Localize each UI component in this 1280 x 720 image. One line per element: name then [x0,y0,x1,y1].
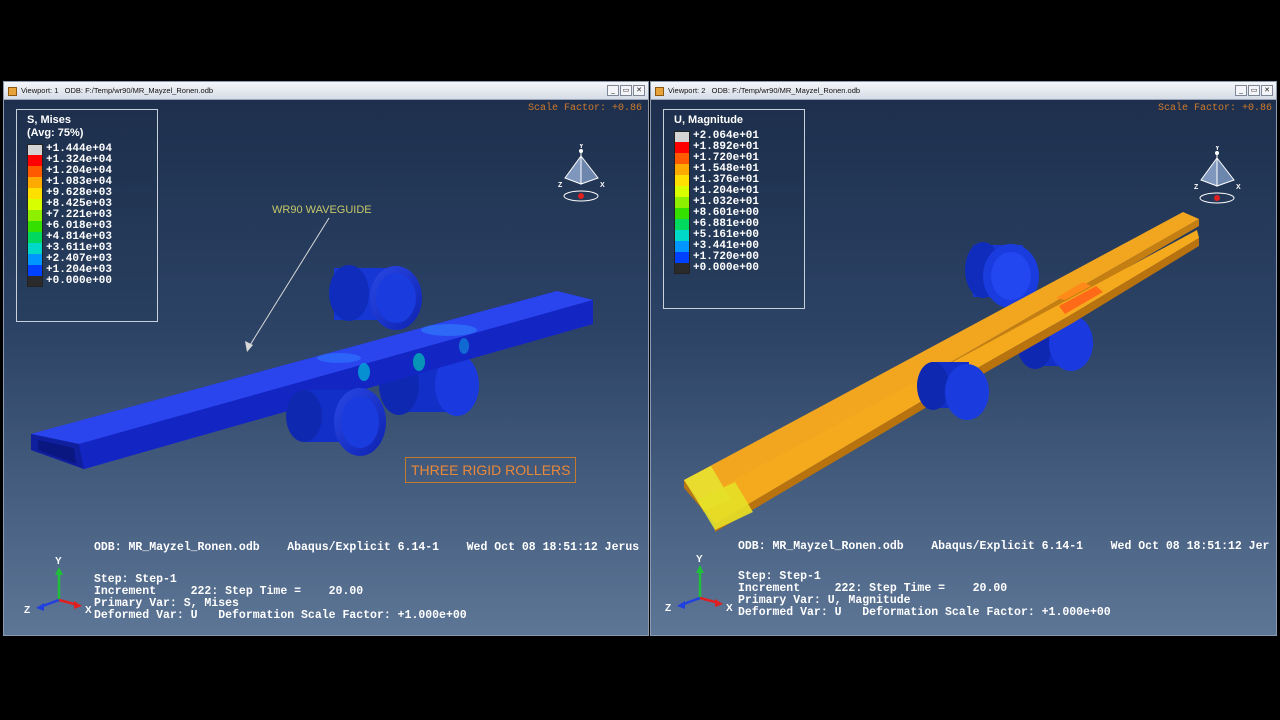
legend-color-swatch [27,254,43,265]
contour-legend[interactable]: S, Mises (Avg: 75%) +1.444e+04 +1.324e+04… [16,109,158,322]
legend-color-swatch [27,232,43,243]
legend-value: +0.000e+00 [46,275,113,287]
legend-color-swatch [27,276,43,287]
viewport-icon [8,86,17,96]
legend-color-swatch [27,155,43,166]
legend-subtitle: (Avg: 75%) [27,127,84,139]
axis-triad-icon: Y Z X [665,554,733,613]
viewport-2-number: Viewport: 2 [668,86,706,95]
legend-row: +0.000e+00 [27,276,157,287]
legend-value: +0.000e+00 [693,262,760,274]
roller-top [329,265,422,330]
close-button[interactable]: ✕ [633,85,645,96]
legend-color-swatch [27,144,43,155]
viewport-2-titlebar[interactable]: Viewport: 2 ODB: F:/Temp/wr90/MR_Mayzel_… [651,82,1276,100]
axis-y-label: Y [696,554,703,565]
legend-color-swatch [674,208,690,219]
roller-bottom-front [286,388,386,456]
roller-bottom-front [917,362,989,420]
triad-y-label: Y [1215,146,1220,152]
legend-color-swatch [674,230,690,241]
annotation-waveguide-label: WR90 WAVEGUIDE [272,204,372,216]
legend-color-swatch [674,197,690,208]
legend-color-swatch [674,142,690,153]
legend-color-swatch [27,188,43,199]
viewport-1-number: Viewport: 1 [21,86,59,95]
annotation-arrow [246,217,330,351]
axis-z-label: Z [665,603,671,613]
axis-triad-icon: Y Z X [24,556,92,615]
close-button[interactable]: ✕ [1261,85,1273,96]
viewport-2-canvas[interactable]: Scale Factor: +0.86 U, Magnitude +2.064e… [651,100,1276,635]
legend-color-swatch [674,175,690,186]
annotation-rollers-label: THREE RIGID ROLLERS [405,457,577,483]
triad-z-label: Z [1194,184,1199,191]
deformed-var-line: Deformed Var: U Deformation Scale Factor… [94,609,467,622]
legend-color-swatch [674,252,690,263]
legend-color-swatch [674,164,690,175]
view-triad-icon[interactable]: Y Z X [1192,146,1242,208]
legend-color-swatch [674,219,690,230]
legend-title: S, Mises [27,114,72,126]
triad-z-label: Z [558,182,563,189]
triad-x-label: X [600,182,605,189]
view-triad-icon[interactable]: Y Z X [556,144,606,206]
legend-color-swatch [674,241,690,252]
odb-info-line: ODB: MR_Mayzel_Ronen.odb Abaqus/Explicit… [738,540,1270,553]
axis-z-label: Z [24,605,30,615]
axis-y-label: Y [55,556,62,567]
legend-color-swatch [674,186,690,197]
legend-color-swatch [27,166,43,177]
legend-rows: +2.064e+01 +1.892e+01 +1.720e+01 +1.548e+01… [674,131,804,274]
restore-button[interactable]: ▭ [620,85,632,96]
contour-legend[interactable]: U, Magnitude +2.064e+01 +1.892e+01 +1.720e… [663,109,805,309]
legend-color-swatch [27,221,43,232]
viewport-1-titlebar[interactable]: Viewport: 1 ODB: F:/Temp/wr90/MR_Mayzel_… [4,82,648,100]
legend-row: +0.000e+00 [674,263,804,274]
legend-color-swatch [27,265,43,276]
viewport-icon [655,86,664,96]
legend-color-swatch [27,243,43,254]
legend-color-swatch [674,131,690,142]
legend-color-swatch [674,263,690,274]
legend-title: U, Magnitude [674,114,744,126]
viewport-1-canvas[interactable]: Scale Factor: +0.86 WR90 WAVEGUIDE THREE… [4,100,648,635]
legend-color-swatch [27,210,43,221]
minimize-button[interactable]: _ [607,85,619,96]
triad-y-label: Y [579,144,584,150]
deformed-var-line: Deformed Var: U Deformation Scale Factor… [738,606,1111,619]
triad-x-label: X [1236,184,1241,191]
axis-x-label: X [85,605,92,615]
legend-rows: +1.444e+04 +1.324e+04 +1.204e+04 +1.083e+04… [27,144,157,287]
viewport-1[interactable]: Viewport: 1 ODB: F:/Temp/wr90/MR_Mayzel_… [3,81,649,636]
axis-x-label: X [726,603,733,613]
restore-button[interactable]: ▭ [1248,85,1260,96]
viewport-1-odb-path: ODB: F:/Temp/wr90/MR_Mayzel_Ronen.odb [64,86,214,95]
legend-color-swatch [674,153,690,164]
legend-color-swatch [27,177,43,188]
minimize-button[interactable]: _ [1235,85,1247,96]
legend-color-swatch [27,199,43,210]
viewport-2[interactable]: Viewport: 2 ODB: F:/Temp/wr90/MR_Mayzel_… [650,81,1277,636]
viewport-2-odb-path: ODB: F:/Temp/wr90/MR_Mayzel_Ronen.odb [711,86,861,95]
odb-info-line: ODB: MR_Mayzel_Ronen.odb Abaqus/Explicit… [94,541,640,554]
